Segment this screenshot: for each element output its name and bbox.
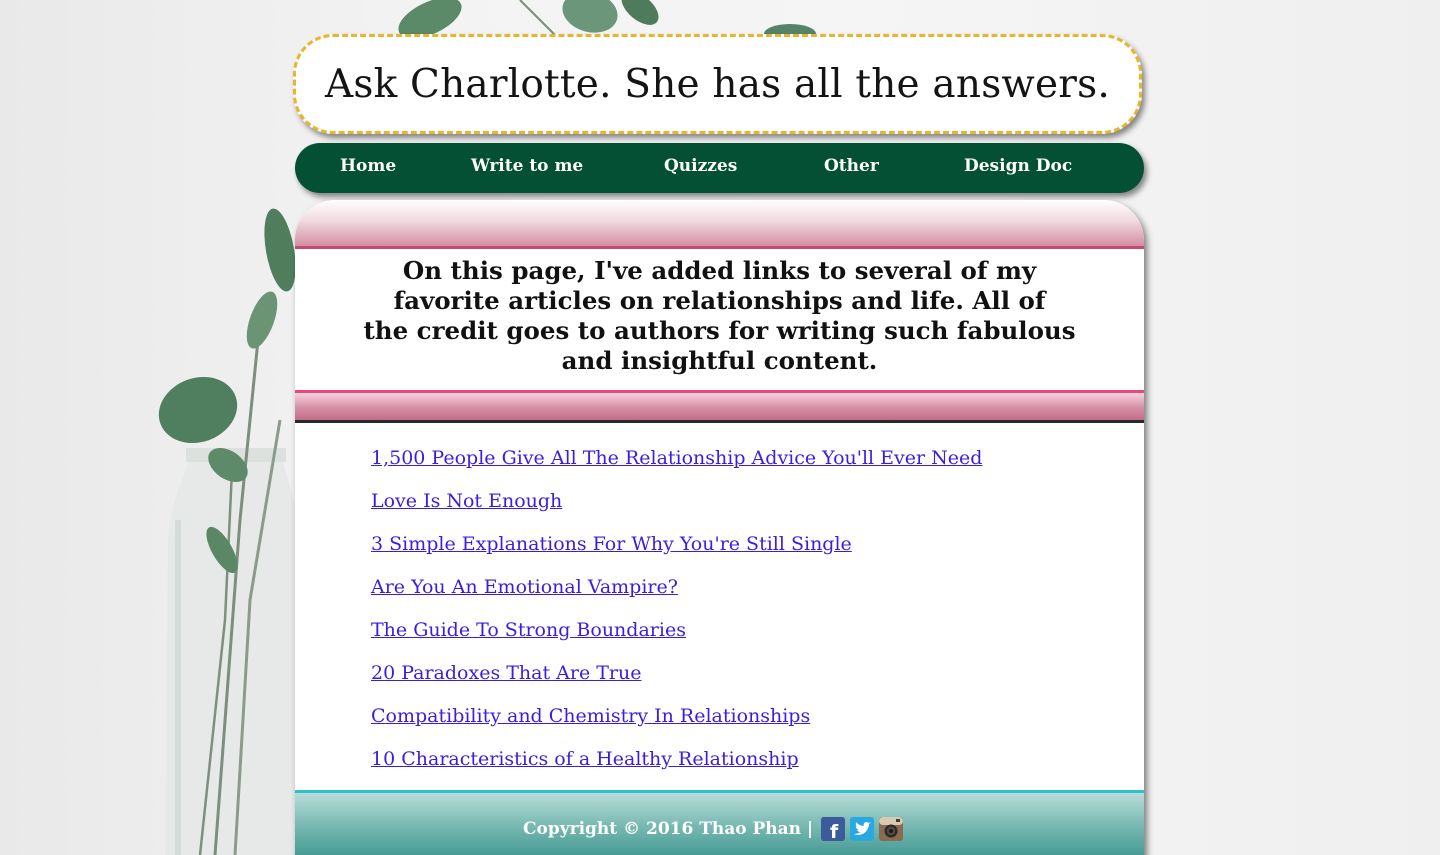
- article-link[interactable]: Are You An Emotional Vampire?: [371, 576, 678, 598]
- intro-line: On this page, I've added links to severa…: [402, 256, 1037, 285]
- title-banner: Ask Charlotte. She has all the answers.: [293, 34, 1142, 134]
- article-link[interactable]: The Guide To Strong Boundaries: [371, 619, 686, 641]
- intro-line: and insightful content.: [561, 346, 878, 375]
- article-link[interactable]: Love Is Not Enough: [371, 490, 562, 512]
- nav-design-doc[interactable]: Design Doc: [964, 156, 1072, 176]
- instagram-icon[interactable]: [879, 817, 904, 841]
- list-item: The Guide To Strong Boundaries: [371, 616, 982, 659]
- article-link[interactable]: 1,500 People Give All The Relationship A…: [371, 447, 982, 469]
- main-nav: Home Write to me Quizzes Other Design Do…: [295, 143, 1144, 193]
- list-item: 3 Simple Explanations For Why You're Sti…: [371, 530, 982, 573]
- footer-line: Copyright © 2016 Thao Phan | f: [523, 817, 904, 843]
- article-link[interactable]: 20 Paradoxes That Are True: [371, 662, 641, 684]
- facebook-glyph: f: [830, 821, 839, 841]
- facebook-icon[interactable]: f: [821, 817, 846, 843]
- nav-other[interactable]: Other: [824, 156, 879, 176]
- list-item: Compatibility and Chemistry In Relations…: [371, 702, 982, 745]
- copyright-text: Copyright © 2016 Thao Phan |: [523, 819, 814, 839]
- article-link[interactable]: Compatibility and Chemistry In Relations…: [371, 705, 810, 727]
- article-link[interactable]: 10 Characteristics of a Healthy Relation…: [371, 748, 799, 770]
- intro-line: the credit goes to authors for writing s…: [363, 316, 1076, 345]
- page-footer: Copyright © 2016 Thao Phan | f: [295, 790, 1144, 855]
- page-title: Ask Charlotte. She has all the answers.: [325, 61, 1110, 107]
- panel-header-band: [295, 200, 1144, 249]
- list-item: Love Is Not Enough: [371, 487, 982, 530]
- nav-home[interactable]: Home: [340, 156, 396, 176]
- nav-quizzes[interactable]: Quizzes: [664, 156, 737, 176]
- intro-line: favorite articles on relationships and l…: [393, 286, 1046, 315]
- twitter-icon[interactable]: [850, 817, 875, 841]
- list-item: 1,500 People Give All The Relationship A…: [371, 444, 982, 487]
- article-links-list: 1,500 People Give All The Relationship A…: [371, 444, 982, 788]
- panel-divider-band: [295, 390, 1144, 423]
- article-link[interactable]: 3 Simple Explanations For Why You're Sti…: [371, 533, 852, 555]
- intro-text: On this page, I've added links to severa…: [295, 256, 1144, 376]
- list-item: Are You An Emotional Vampire?: [371, 573, 982, 616]
- list-item: 20 Paradoxes That Are True: [371, 659, 982, 702]
- content-panel: On this page, I've added links to severa…: [295, 200, 1144, 855]
- nav-write-to-me[interactable]: Write to me: [471, 156, 583, 176]
- list-item: 10 Characteristics of a Healthy Relation…: [371, 745, 982, 788]
